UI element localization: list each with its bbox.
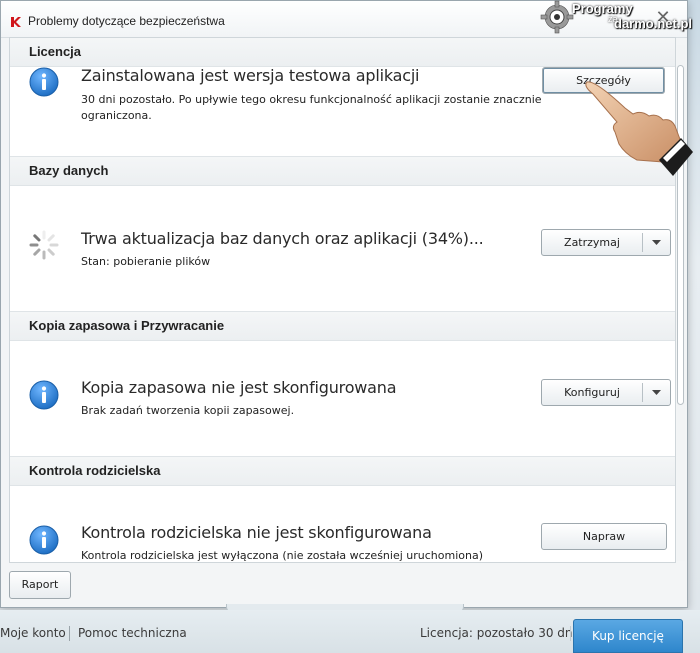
loading-spinner-icon xyxy=(29,230,59,260)
info-icon xyxy=(29,380,59,410)
section-header-parental-control: Kontrola rodzicielska xyxy=(10,456,675,486)
problems-list: Licencja Zainstalowana jest wersja testo… xyxy=(9,37,676,563)
database-update-title: Trwa aktualizacja baz danych oraz aplika… xyxy=(81,229,484,248)
watermark-line-3: darmo.net.pl xyxy=(614,16,693,31)
footer-separator xyxy=(69,626,70,641)
parental-control-title: Kontrola rodzicielska nie jest skonfigur… xyxy=(81,523,432,542)
my-account-link[interactable]: Moje konto xyxy=(0,626,66,640)
license-status-text: Licencja: pozostało 30 dni xyxy=(420,626,576,640)
buy-license-button[interactable]: Kup licencję xyxy=(573,619,683,653)
backup-item-title: Kopia zapasowa nie jest skonfigurowana xyxy=(81,378,397,397)
bottom-toolbar: Raport xyxy=(1,563,687,607)
kaspersky-logo-icon xyxy=(11,17,21,27)
gear-icon xyxy=(540,0,574,34)
info-icon xyxy=(29,525,59,555)
license-item-description: 30 dni pozostało. Po upływie tego okresu… xyxy=(81,93,542,122)
configure-backup-button[interactable]: Konfiguruj xyxy=(541,379,671,406)
parental-control-description: Kontrola rodzicielska jest wyłączona (ni… xyxy=(81,549,483,562)
watermark-logo: Programy za darmo.net.pl xyxy=(540,0,700,34)
footer-separator xyxy=(570,626,571,641)
configure-backup-label: Konfiguruj xyxy=(564,386,620,399)
support-link[interactable]: Pomoc techniczna xyxy=(78,626,187,640)
stop-update-button[interactable]: Zatrzymaj xyxy=(541,229,671,256)
window-title: Problemy dotyczące bezpieczeństwa xyxy=(28,14,225,28)
backup-item-description: Brak zadań tworzenia kopii zapasowej. xyxy=(81,404,295,417)
chevron-down-icon[interactable] xyxy=(643,230,670,255)
license-item-title: Zainstalowana jest wersja testowa aplika… xyxy=(81,66,420,85)
fix-button[interactable]: Napraw xyxy=(541,523,667,550)
section-header-databases: Bazy danych xyxy=(10,156,675,186)
info-icon xyxy=(29,67,59,97)
pointing-hand-icon xyxy=(585,81,693,176)
watermark-line-1: Programy xyxy=(572,1,633,16)
report-button[interactable]: Raport xyxy=(9,571,71,599)
stop-update-label: Zatrzymaj xyxy=(564,236,620,249)
section-header-license: Licencja xyxy=(10,38,675,67)
section-header-backup: Kopia zapasowa i Przywracanie xyxy=(10,311,675,341)
database-update-status: Stan: pobieranie plików xyxy=(81,255,211,268)
chevron-down-icon[interactable] xyxy=(643,380,670,405)
